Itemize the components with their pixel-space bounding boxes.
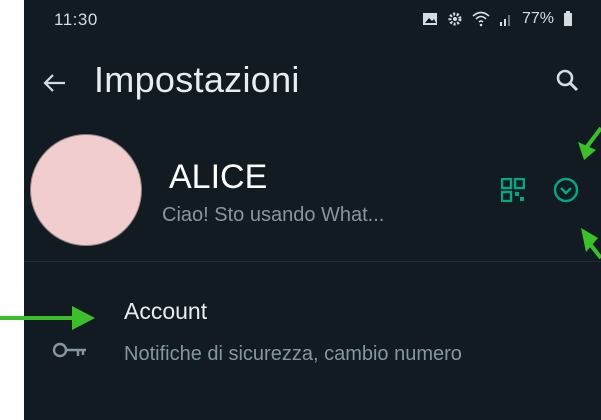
gallery-icon bbox=[423, 13, 437, 25]
divider bbox=[24, 261, 601, 262]
avatar[interactable] bbox=[30, 134, 142, 246]
profile-row[interactable]: ALICE Ciao! Sto usando What... bbox=[24, 120, 601, 250]
battery-icon bbox=[564, 11, 573, 26]
settings-gear-icon bbox=[448, 12, 462, 26]
battery-percent: 77% bbox=[522, 10, 555, 27]
app-bar: Impostazioni bbox=[24, 55, 601, 111]
key-icon bbox=[52, 342, 86, 358]
settings-item-title: Account bbox=[124, 298, 208, 324]
settings-item-subtitle: Notifiche di sicurezza, cambio numero bbox=[124, 343, 462, 365]
signal-icon bbox=[500, 15, 510, 26]
search-icon[interactable] bbox=[554, 67, 582, 95]
chevron-down-circle-icon[interactable] bbox=[551, 175, 581, 205]
profile-about: Ciao! Sto usando What... bbox=[162, 204, 385, 226]
status-icons: 77% bbox=[422, 10, 573, 28]
wifi-icon bbox=[472, 11, 490, 27]
qr-code-icon[interactable] bbox=[501, 178, 525, 202]
profile-name: ALICE bbox=[169, 158, 268, 196]
settings-item-account[interactable]: Account Notifiche di sicurezza, cambio n… bbox=[24, 290, 601, 410]
whatsapp-settings-screen: 11:30 77% Impostazioni ALICE Ciao! Sto u… bbox=[24, 0, 601, 420]
status-time: 11:30 bbox=[54, 10, 98, 29]
arrow-left-icon[interactable] bbox=[41, 69, 69, 97]
page-title: Impostazioni bbox=[94, 59, 300, 100]
status-bar: 11:30 77% bbox=[24, 0, 601, 46]
